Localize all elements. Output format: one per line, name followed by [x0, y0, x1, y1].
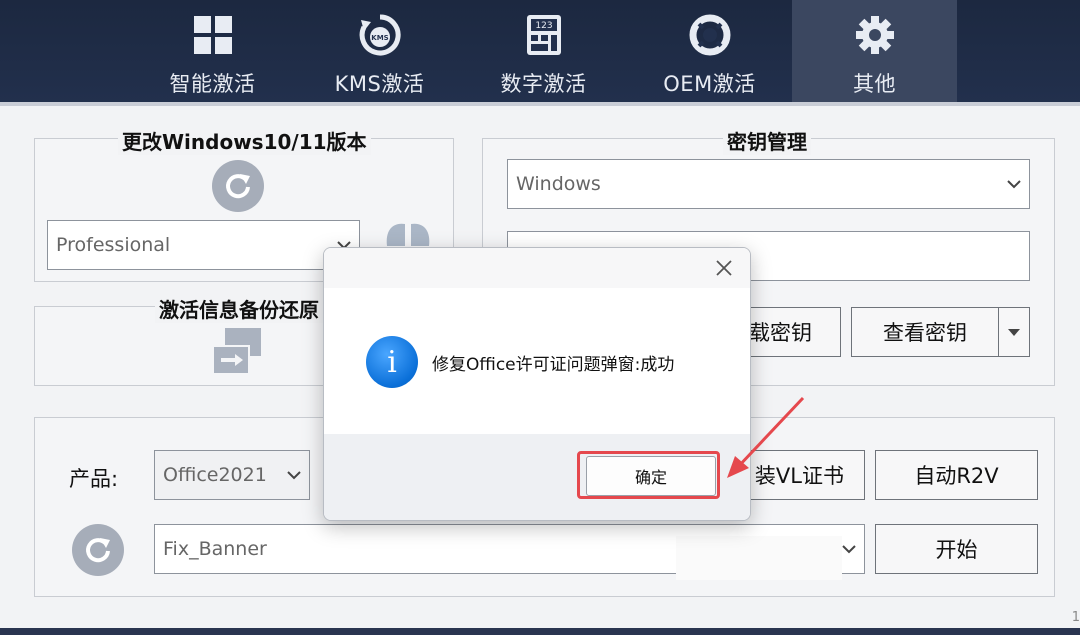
bottom-bar [0, 628, 1080, 635]
fix-option-value: Fix_Banner [163, 538, 267, 560]
view-key-dropdown-button[interactable] [998, 307, 1030, 357]
key-panel-title: 密钥管理 [723, 126, 811, 155]
tab-smart-activation[interactable]: 智能激活 [130, 0, 295, 102]
dialog-titlebar [324, 248, 750, 288]
calculator-icon: 123 [523, 14, 565, 56]
chevron-down-icon [1007, 180, 1021, 189]
close-icon [716, 260, 732, 276]
tab-label: OEM激活 [663, 72, 756, 96]
key-product-select[interactable]: Windows [507, 159, 1030, 209]
backup-icon [212, 328, 261, 375]
nav-divider [0, 102, 1080, 106]
svg-text:123: 123 [535, 21, 552, 31]
refresh-edition-button[interactable] [212, 160, 264, 212]
windows-logo-icon [383, 220, 433, 248]
highlight-box [577, 451, 720, 499]
redacted-area [676, 536, 842, 580]
backup-restore-button[interactable] [211, 326, 265, 378]
chevron-down-icon [842, 545, 856, 554]
corner-text: 1 [1071, 610, 1080, 625]
chevron-down-icon [287, 471, 301, 480]
start-button[interactable]: 开始 [875, 524, 1038, 574]
tab-label: 其他 [853, 72, 896, 96]
tab-kms-activation[interactable]: KMS KMS激活 [297, 0, 462, 102]
backup-panel-title: 激活信息备份还原 [155, 294, 323, 323]
tab-label: KMS激活 [334, 72, 425, 96]
edition-select-value: Professional [56, 234, 171, 256]
info-icon: i [366, 336, 418, 388]
close-button[interactable] [712, 256, 736, 280]
kms-icon: KMS [359, 14, 401, 56]
annotation-arrow-icon [727, 396, 805, 478]
dialog-body: i 修复Office许可证问题弹窗:成功 [324, 288, 750, 434]
office-product-value: Office2021 [163, 464, 267, 486]
product-label: 产品: [69, 467, 119, 491]
view-key-button[interactable]: 查看密钥 [851, 307, 999, 357]
tab-label: 数字激活 [500, 72, 587, 96]
svg-text:KMS: KMS [371, 34, 388, 42]
top-navigation: 智能激活 KMS KMS激活 123 数字激活 OEM激活 其他 [0, 0, 1080, 106]
auto-r2v-button[interactable]: 自动R2V [875, 450, 1038, 500]
grid-icon [192, 14, 234, 56]
refresh-icon [86, 538, 110, 563]
edition-panel-title: 更改Windows10/11版本 [118, 126, 371, 155]
caret-down-icon [1008, 329, 1020, 336]
tab-oem-activation[interactable]: OEM激活 [627, 0, 792, 102]
office-product-select[interactable]: Office2021 [154, 450, 310, 500]
lifebuoy-icon [689, 14, 731, 56]
gear-icon [854, 14, 896, 56]
tab-digital-activation[interactable]: 123 数字激活 [461, 0, 626, 102]
tab-other[interactable]: 其他 [792, 0, 957, 102]
refresh-office-button[interactable] [72, 524, 124, 576]
dialog-message: 修复Office许可证问题弹窗:成功 [432, 355, 675, 375]
refresh-icon [226, 174, 250, 199]
key-product-value: Windows [516, 173, 601, 195]
edition-select[interactable]: Professional [47, 220, 360, 270]
tab-label: 智能激活 [169, 72, 256, 96]
